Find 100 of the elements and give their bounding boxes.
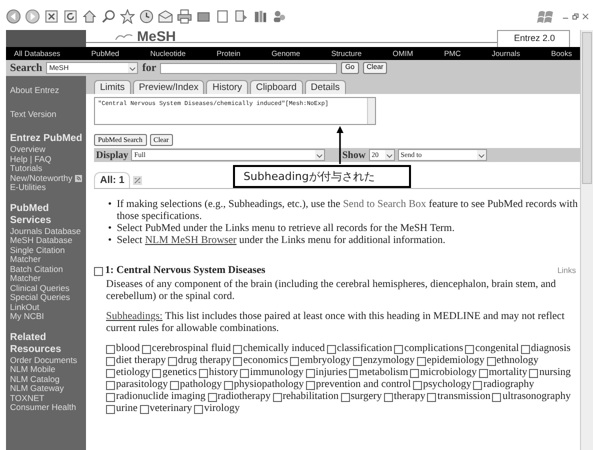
subheading-checkbox[interactable]: [106, 404, 115, 414]
stop-icon[interactable]: [44, 9, 59, 24]
subheading-checkbox[interactable]: [412, 380, 422, 390]
search-icon[interactable]: [101, 9, 116, 24]
subheading-checkbox[interactable]: [106, 356, 115, 366]
links-link[interactable]: Links: [557, 265, 576, 277]
subheading-checkbox[interactable]: [170, 380, 179, 390]
subheading-checkbox[interactable]: [168, 356, 177, 366]
subheading-checkbox[interactable]: [349, 368, 358, 378]
star-icon[interactable]: [120, 9, 135, 24]
subheading-checkbox[interactable]: [478, 368, 488, 378]
subheadings-link[interactable]: Subheadings:: [106, 311, 163, 322]
subheading-checkbox[interactable]: [416, 356, 426, 366]
sidebar-link[interactable]: NLM Gateway: [10, 384, 64, 394]
sidebar-link[interactable]: Help | FAQ: [10, 154, 52, 164]
subheading-label: surgery: [350, 391, 382, 403]
subheading-checkbox[interactable]: [326, 344, 336, 354]
sidebar-link[interactable]: NLM Catalog: [10, 374, 60, 384]
tab[interactable]: Clipboard: [250, 80, 303, 94]
subheading-checkbox[interactable]: [106, 380, 115, 390]
subheading-checkbox[interactable]: [152, 368, 162, 378]
sidebar-link[interactable]: Text Version: [10, 110, 86, 119]
result-tab[interactable]: All: 1: [94, 172, 130, 188]
subheading-checkbox[interactable]: [232, 344, 242, 354]
sidebar-link[interactable]: Single Citation Matcher: [10, 246, 86, 264]
subheading-checkbox[interactable]: [106, 344, 115, 354]
page-icon[interactable]: [215, 9, 230, 24]
sidebar-link[interactable]: Overview: [10, 145, 46, 154]
subheading-label: microbiology: [420, 367, 477, 379]
sidebar-link[interactable]: Batch Citation Matcher: [10, 264, 86, 284]
restore-icon[interactable]: [572, 13, 579, 20]
page-scrollbar[interactable]: [580, 30, 593, 450]
close-icon[interactable]: [582, 13, 589, 20]
subheading-checkbox[interactable]: [410, 368, 420, 378]
sidebar-link[interactable]: Consumer Health: [10, 403, 76, 412]
search-field[interactable]: [160, 62, 338, 74]
subheading-checkbox[interactable]: [384, 392, 393, 402]
subheading-checkbox[interactable]: [272, 392, 282, 402]
subheading-checkbox[interactable]: [520, 344, 530, 354]
sidebar-link[interactable]: LinkOut: [10, 302, 40, 312]
sidebar-link[interactable]: Order Documents: [10, 356, 78, 365]
subheading-checkbox[interactable]: [394, 344, 404, 354]
sidebar-link[interactable]: Journals Database: [10, 226, 81, 236]
scrollbar-thumb[interactable]: [582, 32, 592, 184]
record-checkbox[interactable]: [94, 266, 103, 276]
subheading-checkbox[interactable]: [240, 368, 249, 378]
sidebar-link[interactable]: NLM Mobile: [10, 365, 56, 374]
subheading-checkbox[interactable]: [492, 392, 502, 402]
scrollbar[interactable]: [367, 98, 375, 124]
sidebar-link[interactable]: New/Noteworthy: [10, 174, 72, 183]
rss-icon[interactable]: [75, 174, 82, 182]
refresh-icon[interactable]: [63, 9, 78, 24]
sidebar-link[interactable]: MeSH Database: [10, 236, 72, 246]
subheading-checkbox[interactable]: [142, 344, 151, 354]
subheading-checkbox[interactable]: [340, 392, 350, 402]
forward-icon[interactable]: [25, 9, 40, 24]
subheading-checkbox[interactable]: [194, 404, 204, 414]
print-icon[interactable]: [177, 9, 192, 24]
subheading-checkbox[interactable]: [427, 392, 436, 402]
subheading-label: pathology: [180, 379, 222, 391]
sidebar-link[interactable]: Tutorials: [10, 164, 42, 174]
subheading-checkbox[interactable]: [198, 368, 208, 378]
sidebar-heading: Related Resources: [10, 332, 62, 356]
sidebar-link[interactable]: E-Utilities: [10, 183, 46, 192]
subheading-checkbox[interactable]: [233, 356, 242, 366]
back-icon[interactable]: [6, 9, 21, 24]
subheading-checkbox[interactable]: [106, 392, 115, 402]
subheading-checkbox[interactable]: [306, 380, 315, 390]
subheading-checkbox[interactable]: [473, 380, 482, 390]
history-icon[interactable]: [139, 9, 154, 24]
subheading-checkbox[interactable]: [106, 368, 115, 378]
annotation-callout: Subheadingが付与された: [233, 165, 412, 188]
tab[interactable]: Details: [304, 80, 346, 94]
subheading-checkbox[interactable]: [290, 356, 300, 366]
document-icon[interactable]: [234, 9, 249, 24]
tab[interactable]: Preview/Index: [132, 80, 204, 94]
subheading-checkbox[interactable]: [306, 368, 315, 378]
people-icon[interactable]: [272, 9, 287, 24]
tab[interactable]: History: [206, 80, 248, 94]
mail-icon[interactable]: [158, 9, 173, 24]
books-icon[interactable]: [253, 9, 268, 24]
sidebar-link[interactable]: My NCBI: [10, 312, 44, 322]
subheading-label: drug therapy: [178, 355, 232, 367]
subheading-checkbox[interactable]: [465, 344, 474, 354]
sidebar-link[interactable]: About Entrez: [10, 86, 86, 96]
browser-link[interactable]: NLM MeSH Browser: [144, 235, 237, 246]
sidebar-link[interactable]: Special Queries: [10, 293, 70, 302]
subheading-label: economics: [243, 355, 288, 367]
annotation-arrow: [336, 126, 344, 164]
subheading-checkbox[interactable]: [224, 380, 233, 390]
sidebar-link[interactable]: TOXNET: [10, 394, 44, 403]
subheading-checkbox[interactable]: [208, 392, 217, 402]
subheading-checkbox[interactable]: [352, 356, 362, 366]
subheading-checkbox[interactable]: [486, 356, 496, 366]
subheading-checkbox[interactable]: [529, 368, 538, 378]
tab[interactable]: Limits: [94, 80, 131, 94]
subheading-checkbox[interactable]: [140, 404, 149, 414]
tip-text: Select NLM MeSH Browser under the Links menu for additional information.: [116, 235, 446, 247]
sidebar-link[interactable]: Clinical Queries: [10, 284, 70, 293]
home-icon[interactable]: [82, 9, 97, 24]
